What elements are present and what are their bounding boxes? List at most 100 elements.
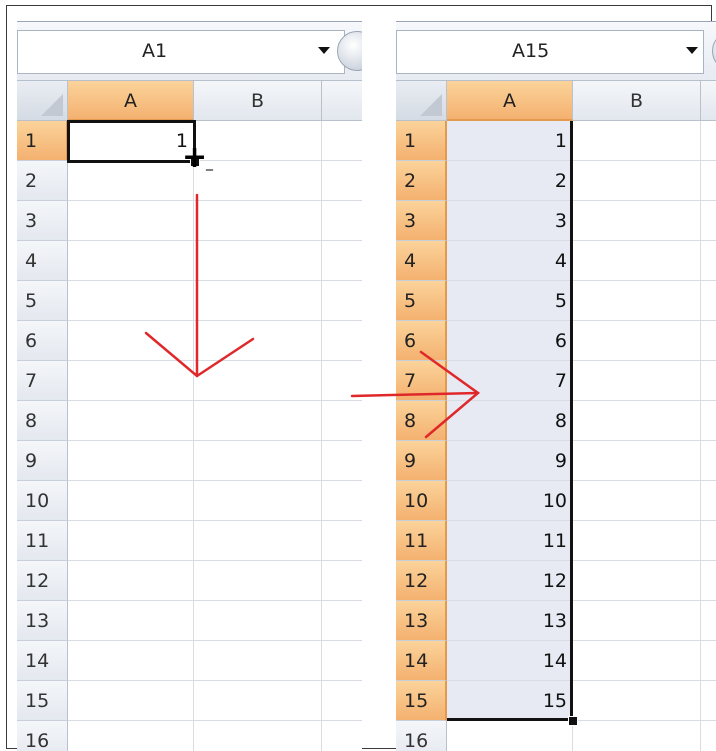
cell-b7[interactable] xyxy=(573,361,701,401)
column-header-b[interactable]: B xyxy=(194,81,322,121)
cell-c10[interactable] xyxy=(322,481,362,521)
cell-b2[interactable] xyxy=(194,161,322,201)
row-header-6[interactable]: 6 xyxy=(17,321,68,361)
name-box[interactable]: A15 xyxy=(396,30,704,74)
cell-a3[interactable] xyxy=(68,201,194,241)
select-all-corner[interactable] xyxy=(17,81,68,121)
cell-c1[interactable] xyxy=(322,121,362,161)
cell-a5[interactable] xyxy=(68,281,194,321)
cell-b10[interactable] xyxy=(573,481,701,521)
cell-a8[interactable] xyxy=(68,401,194,441)
cell-a14[interactable] xyxy=(68,641,194,681)
cell-b16[interactable] xyxy=(573,721,701,751)
cell-b3[interactable] xyxy=(573,201,701,241)
cell-c2[interactable] xyxy=(701,161,716,201)
row-header-7[interactable]: 7 xyxy=(17,361,68,401)
row-header-1[interactable]: 1 xyxy=(396,121,447,161)
row-header-16[interactable]: 16 xyxy=(396,721,447,751)
cell-c12[interactable] xyxy=(701,561,716,601)
cell-b9[interactable] xyxy=(194,441,322,481)
cell-a1[interactable]: 1 xyxy=(447,121,573,161)
formula-button[interactable] xyxy=(712,31,716,71)
cell-c1[interactable] xyxy=(701,121,716,161)
cell-a4[interactable]: 4 xyxy=(447,241,573,281)
row-header-9[interactable]: 9 xyxy=(17,441,68,481)
cell-a8[interactable]: 8 xyxy=(447,401,573,441)
row-header-3[interactable]: 3 xyxy=(17,201,68,241)
row-header-4[interactable]: 4 xyxy=(396,241,447,281)
row-header-12[interactable]: 12 xyxy=(396,561,447,601)
cell-b3[interactable] xyxy=(194,201,322,241)
cell-a7[interactable]: 7 xyxy=(447,361,573,401)
cell-a13[interactable] xyxy=(68,601,194,641)
row-header-2[interactable]: 2 xyxy=(396,161,447,201)
cell-c5[interactable] xyxy=(701,281,716,321)
cell-b4[interactable] xyxy=(194,241,322,281)
chevron-down-icon[interactable] xyxy=(686,47,698,54)
cell-a6[interactable] xyxy=(68,321,194,361)
row-header-16[interactable]: 16 xyxy=(17,721,68,751)
cell-a2[interactable]: 2 xyxy=(447,161,573,201)
cell-b5[interactable] xyxy=(194,281,322,321)
cell-a4[interactable] xyxy=(68,241,194,281)
cell-b5[interactable] xyxy=(573,281,701,321)
cell-b6[interactable] xyxy=(573,321,701,361)
cell-b1[interactable] xyxy=(194,121,322,161)
cell-b11[interactable] xyxy=(194,521,322,561)
row-header-11[interactable]: 11 xyxy=(396,521,447,561)
cell-a10[interactable] xyxy=(68,481,194,521)
cell-a14[interactable]: 14 xyxy=(447,641,573,681)
cell-c8[interactable] xyxy=(701,401,716,441)
cell-c13[interactable] xyxy=(322,601,362,641)
row-header-5[interactable]: 5 xyxy=(396,281,447,321)
select-all-corner[interactable] xyxy=(396,81,447,121)
cell-b15[interactable] xyxy=(194,681,322,721)
cell-a3[interactable]: 3 xyxy=(447,201,573,241)
cell-a9[interactable]: 9 xyxy=(447,441,573,481)
cell-b7[interactable] xyxy=(194,361,322,401)
row-header-13[interactable]: 13 xyxy=(17,601,68,641)
cell-b12[interactable] xyxy=(194,561,322,601)
cell-b16[interactable] xyxy=(194,721,322,751)
cell-b14[interactable] xyxy=(194,641,322,681)
cell-c4[interactable] xyxy=(322,241,362,281)
cell-b8[interactable] xyxy=(194,401,322,441)
cell-b13[interactable] xyxy=(573,601,701,641)
row-header-1[interactable]: 1 xyxy=(17,121,68,161)
cell-b12[interactable] xyxy=(573,561,701,601)
fill-handle[interactable] xyxy=(568,716,578,726)
row-header-9[interactable]: 9 xyxy=(396,441,447,481)
cell-b14[interactable] xyxy=(573,641,701,681)
cell-c11[interactable] xyxy=(322,521,362,561)
cell-b11[interactable] xyxy=(573,521,701,561)
cell-a7[interactable] xyxy=(68,361,194,401)
cell-a10[interactable]: 10 xyxy=(447,481,573,521)
cell-a6[interactable]: 6 xyxy=(447,321,573,361)
cell-c12[interactable] xyxy=(322,561,362,601)
row-header-15[interactable]: 15 xyxy=(396,681,447,721)
cell-c3[interactable] xyxy=(322,201,362,241)
row-header-15[interactable]: 15 xyxy=(17,681,68,721)
cell-c15[interactable] xyxy=(701,681,716,721)
cell-c6[interactable] xyxy=(701,321,716,361)
cell-c16[interactable] xyxy=(701,721,716,751)
column-header-a[interactable]: A xyxy=(447,81,573,121)
column-header-c[interactable] xyxy=(322,81,362,121)
cell-c2[interactable] xyxy=(322,161,362,201)
cell-a16[interactable] xyxy=(68,721,194,751)
column-header-a[interactable]: A xyxy=(68,81,194,121)
row-header-10[interactable]: 10 xyxy=(17,481,68,521)
cell-a11[interactable] xyxy=(68,521,194,561)
cell-c6[interactable] xyxy=(322,321,362,361)
cell-c16[interactable] xyxy=(322,721,362,751)
cell-b10[interactable] xyxy=(194,481,322,521)
cell-c9[interactable] xyxy=(322,441,362,481)
row-header-4[interactable]: 4 xyxy=(17,241,68,281)
cell-b2[interactable] xyxy=(573,161,701,201)
cell-c15[interactable] xyxy=(322,681,362,721)
row-header-12[interactable]: 12 xyxy=(17,561,68,601)
row-header-14[interactable]: 14 xyxy=(17,641,68,681)
cell-a15[interactable] xyxy=(68,681,194,721)
row-header-10[interactable]: 10 xyxy=(396,481,447,521)
cell-c3[interactable] xyxy=(701,201,716,241)
